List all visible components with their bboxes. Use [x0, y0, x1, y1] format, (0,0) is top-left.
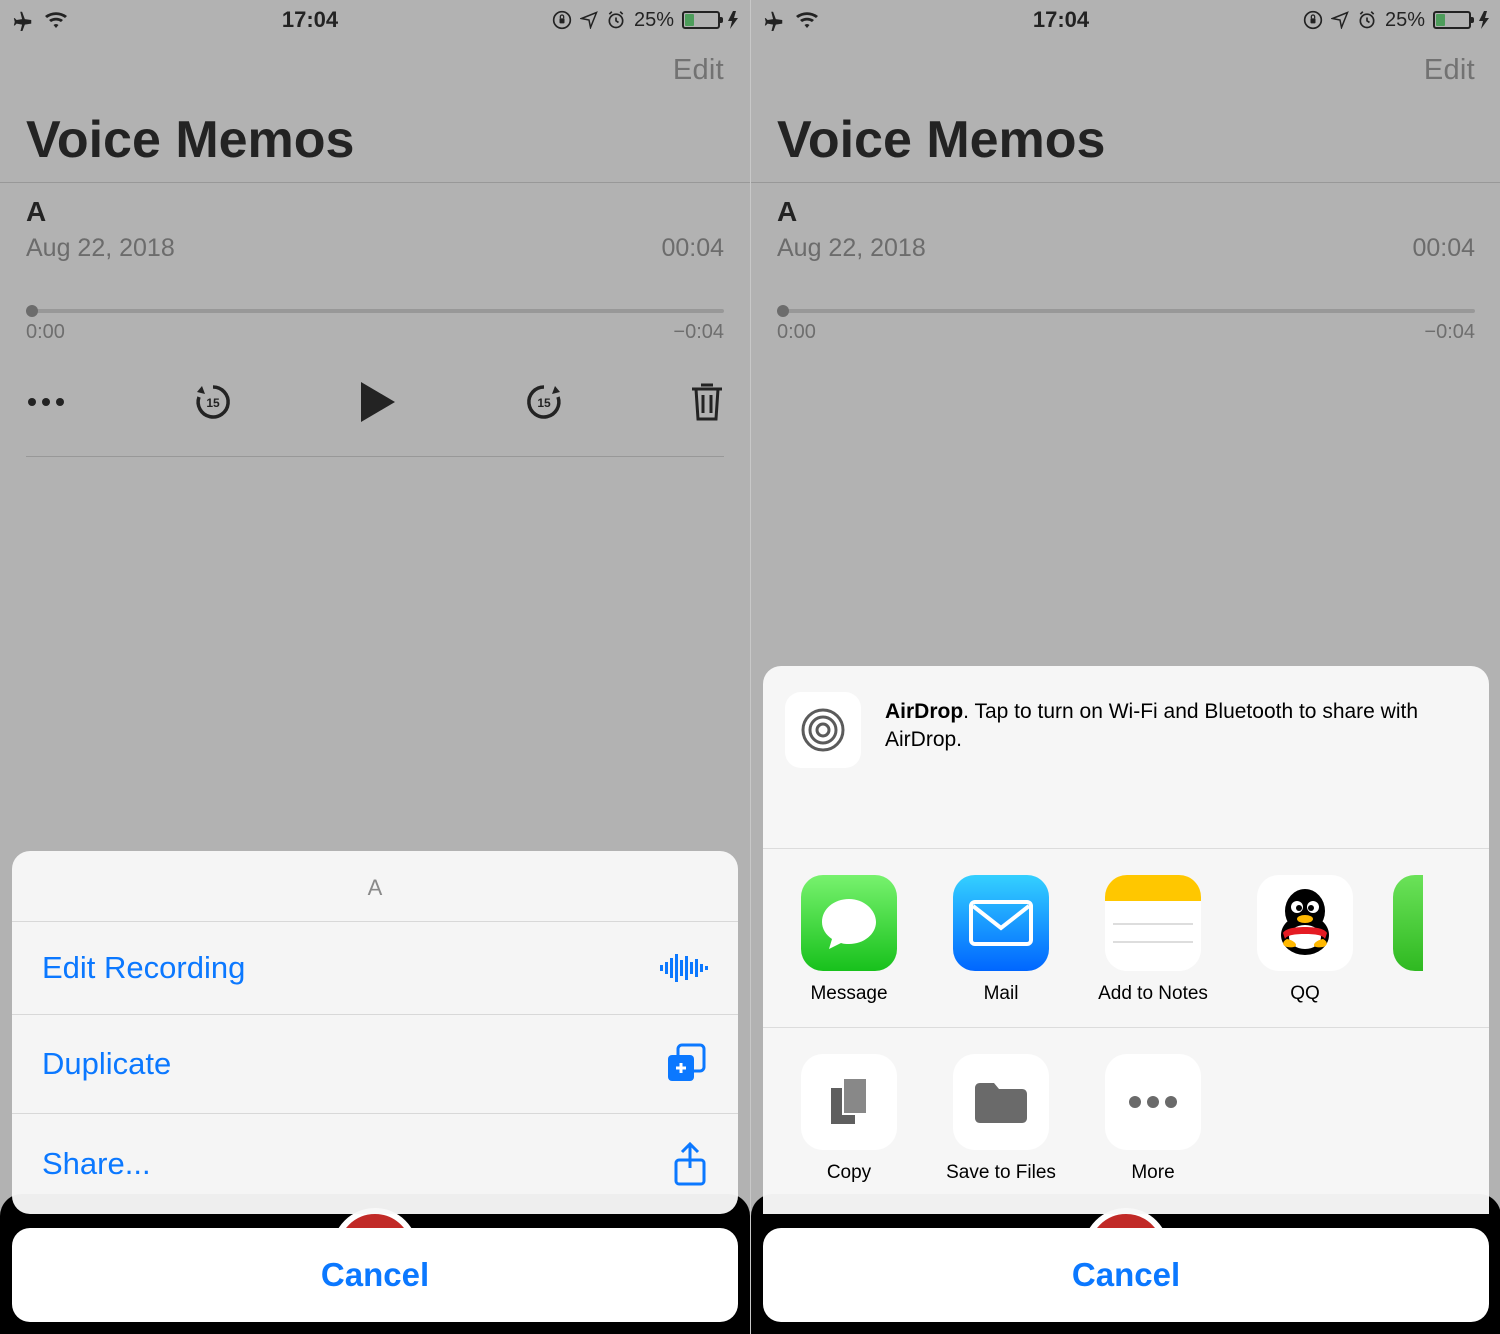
action-save-files[interactable]: Save to Files [937, 1054, 1065, 1184]
message-icon [801, 875, 897, 971]
folder-icon [953, 1054, 1049, 1150]
phone-left: 17:04 25% Edit Voice Memos A Aug 22, 201… [0, 0, 750, 1334]
phone-right: 17:04 25% Edit Voice Memos A Aug 22, 201… [751, 0, 1500, 1334]
share-actions-row: Copy Save to Files More [763, 1028, 1489, 1206]
duplicate-icon [666, 1043, 708, 1085]
share-app-notes[interactable]: Add to Notes [1089, 875, 1217, 1005]
share-app-message[interactable]: Message [785, 875, 913, 1005]
cancel-button[interactable]: Cancel [763, 1228, 1489, 1322]
share-option[interactable]: Share... [12, 1113, 738, 1214]
share-app-qq[interactable]: QQ [1241, 875, 1369, 1005]
airdrop-row[interactable]: AirDrop. Tap to turn on Wi-Fi and Blueto… [763, 666, 1489, 788]
more-icon [1105, 1054, 1201, 1150]
share-app-next[interactable] [1393, 875, 1423, 1005]
copy-icon [801, 1054, 897, 1150]
notes-icon [1105, 875, 1201, 971]
action-copy[interactable]: Copy [785, 1054, 913, 1184]
share-apps-row: Message Mail Add to Notes QQ [763, 849, 1489, 1027]
action-sheet: A Edit Recording Duplicate Share... Canc… [12, 851, 738, 1322]
mail-icon [953, 875, 1049, 971]
share-app-mail[interactable]: Mail [937, 875, 1065, 1005]
edit-recording-option[interactable]: Edit Recording [12, 921, 738, 1014]
cancel-button[interactable]: Cancel [12, 1228, 738, 1322]
qq-icon [1257, 875, 1353, 971]
sheet-title: A [12, 851, 738, 921]
airdrop-text: AirDrop. Tap to turn on Wi-Fi and Blueto… [885, 692, 1467, 755]
waveform-icon [660, 952, 708, 984]
action-more[interactable]: More [1089, 1054, 1217, 1184]
share-sheet: AirDrop. Tap to turn on Wi-Fi and Blueto… [763, 666, 1489, 1322]
airdrop-icon [785, 692, 861, 768]
share-icon [672, 1142, 708, 1186]
duplicate-option[interactable]: Duplicate [12, 1014, 738, 1113]
